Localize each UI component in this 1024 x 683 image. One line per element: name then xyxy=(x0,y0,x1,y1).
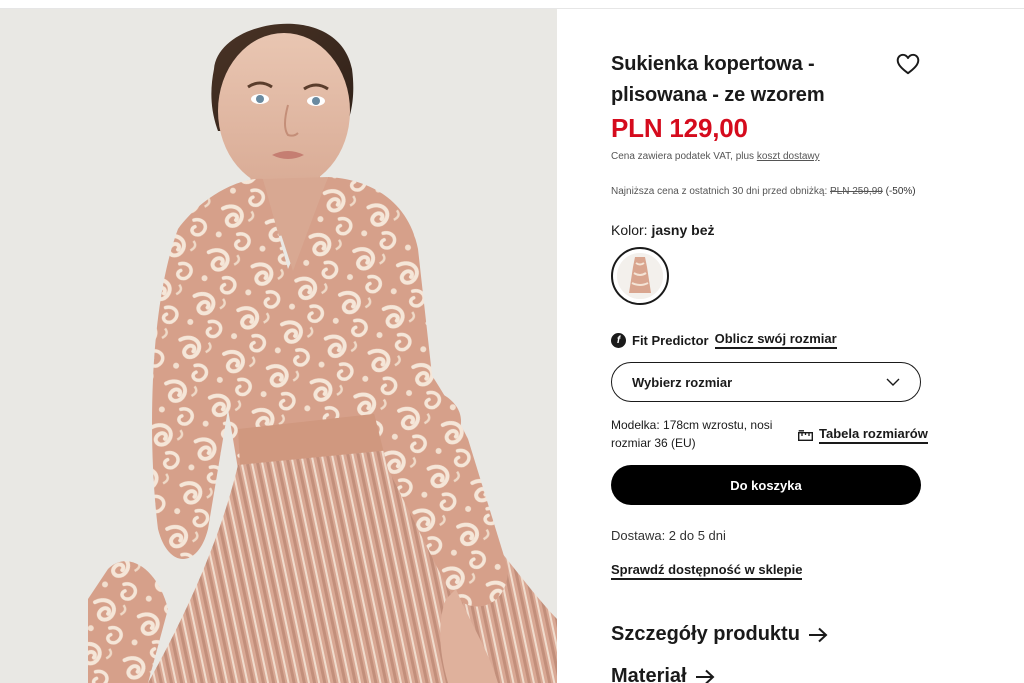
arrow-right-icon xyxy=(808,627,828,642)
calculate-size-link[interactable]: Oblicz swój rozmiar xyxy=(714,331,837,349)
old-price: PLN 259,99 xyxy=(830,186,883,197)
model-photo xyxy=(88,9,557,683)
material-link[interactable]: Materiał xyxy=(611,665,715,683)
product-title: Sukienka kopertowa - plisowana - ze wzor… xyxy=(611,53,825,106)
vat-text: Cena zawiera podatek VAT, plus xyxy=(611,151,757,162)
vat-note: Cena zawiera podatek VAT, plus koszt dos… xyxy=(611,151,820,162)
discount-percent: (-50%) xyxy=(885,186,916,197)
size-table-link[interactable]: Tabela rozmiarów xyxy=(798,426,928,444)
lowest-price-note: Najniższa cena z ostatnich 30 dni przed … xyxy=(611,186,916,197)
fit-predictor-icon: f xyxy=(611,332,626,348)
color-swatch-image xyxy=(617,253,663,299)
delivery-info: Dostawa: 2 do 5 dni xyxy=(611,528,726,543)
top-border xyxy=(0,0,1024,9)
fit-predictor-label: Fit Predictor xyxy=(632,332,709,348)
thumbnail-strip[interactable] xyxy=(0,9,88,683)
product-price: PLN 129,00 xyxy=(611,113,748,143)
chevron-down-icon xyxy=(886,378,900,386)
product-details-label: Szczegóły produktu xyxy=(611,623,800,645)
material-label: Materiał xyxy=(611,665,687,683)
size-select[interactable]: Wybierz rozmiar xyxy=(611,362,921,402)
product-details-link[interactable]: Szczegóły produktu xyxy=(611,623,828,646)
delivery-cost-link[interactable]: koszt dostawy xyxy=(757,151,820,162)
size-table-label: Tabela rozmiarów xyxy=(819,426,928,444)
color-value: jasny beż xyxy=(651,222,715,238)
color-label: Kolor: jasny beż xyxy=(611,222,715,238)
add-to-cart-button[interactable]: Do koszyka xyxy=(611,465,921,505)
product-info-panel: Sukienka kopertowa - plisowana - ze wzor… xyxy=(557,9,1024,683)
color-label-prefix: Kolor: xyxy=(611,222,652,238)
lowest-price-text: Najniższa cena z ostatnich 30 dni przed … xyxy=(611,186,831,197)
fit-predictor-row: f Fit Predictor Oblicz swój rozmiar xyxy=(611,331,837,349)
wishlist-button[interactable] xyxy=(895,51,921,77)
size-select-placeholder: Wybierz rozmiar xyxy=(632,374,733,390)
heart-icon xyxy=(896,53,920,75)
arrow-right-icon xyxy=(695,669,715,683)
check-store-availability-link[interactable]: Sprawdź dostępność w sklepie xyxy=(611,562,803,580)
model-info: Modelka: 178cm wzrostu, nosi rozmiar 36 … xyxy=(611,418,773,450)
color-swatch-selected[interactable] xyxy=(611,247,669,305)
product-image[interactable] xyxy=(88,9,557,683)
ruler-icon xyxy=(798,429,813,441)
